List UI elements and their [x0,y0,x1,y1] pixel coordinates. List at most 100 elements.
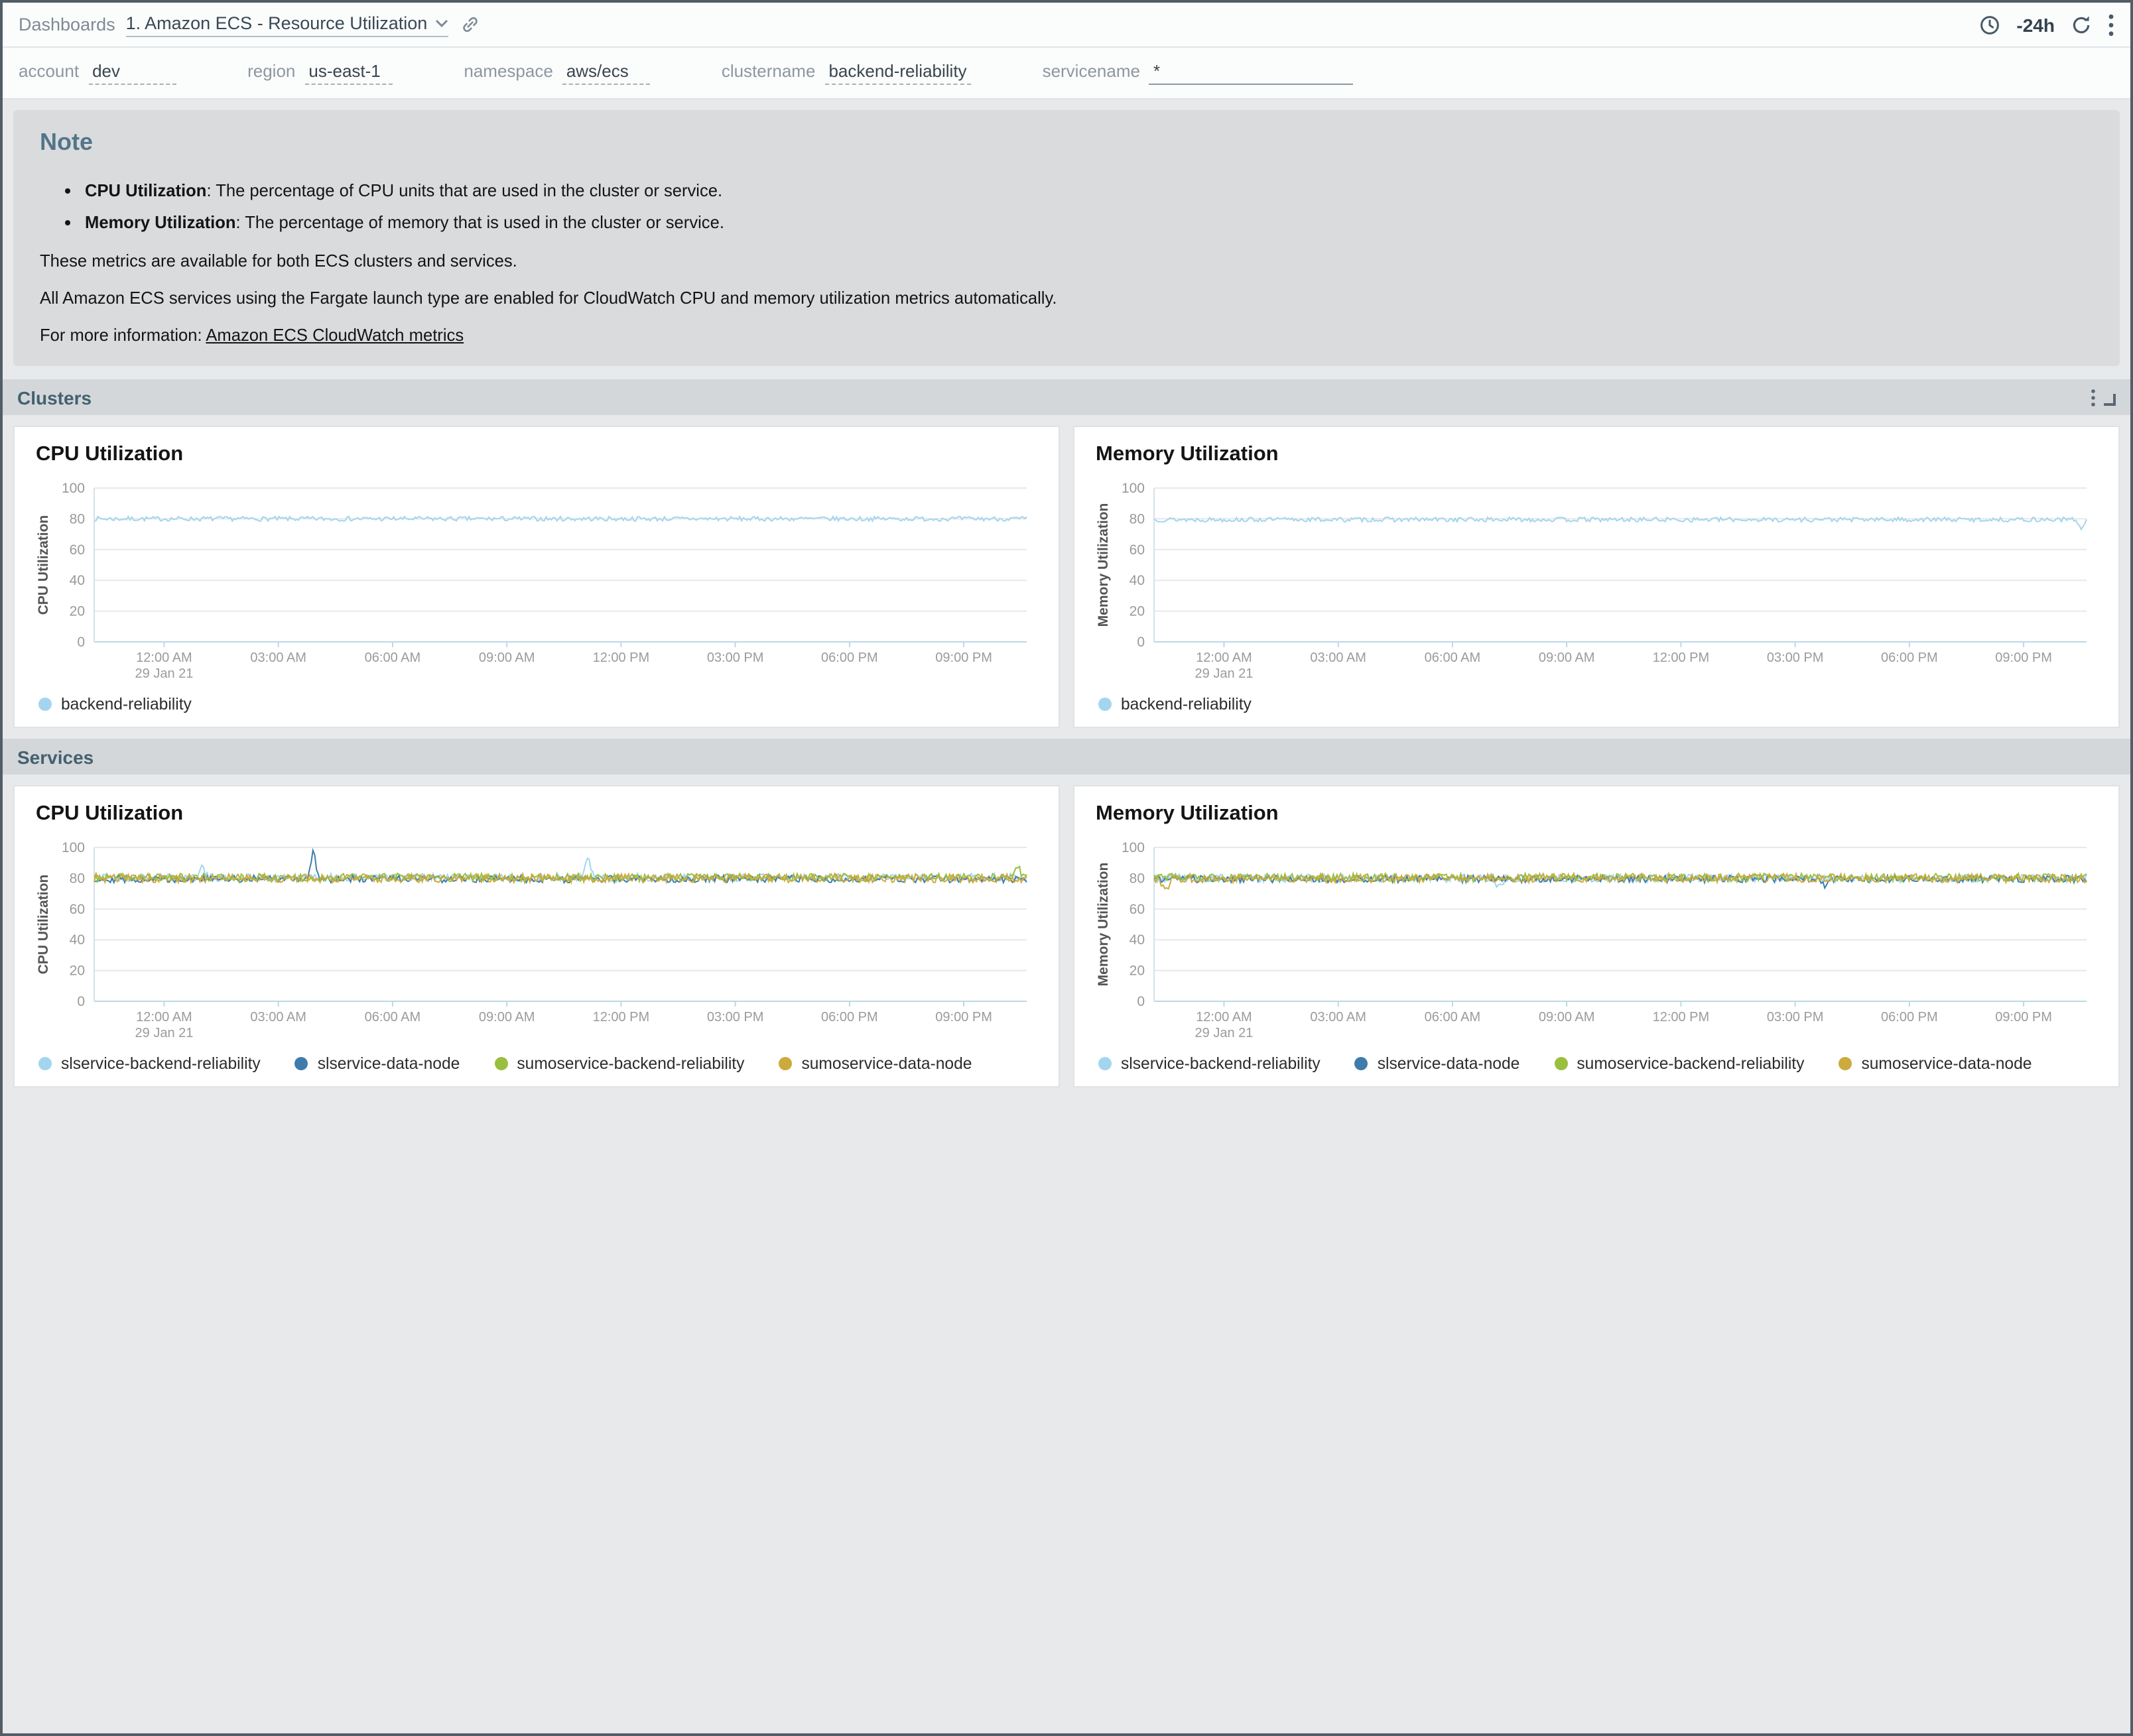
note-paragraph: All Amazon ECS services using the Fargat… [40,288,2093,308]
legend-dot [494,1057,507,1070]
legend-label: sumoservice-data-node [801,1054,972,1073]
time-range-value[interactable]: -24h [2016,14,2055,35]
filter-servicename: servicename * [1043,61,1354,85]
svg-text:03:00 AM: 03:00 AM [1310,651,1366,665]
svg-text:12:00 PM: 12:00 PM [593,651,650,665]
svg-text:29 Jan 21: 29 Jan 21 [135,666,194,681]
note-bullet-cpu: CPU Utilization: The percentage of CPU u… [85,180,2093,200]
svg-text:29 Jan 21: 29 Jan 21 [1195,666,1254,681]
legend-item[interactable]: slservice-data-node [295,1054,460,1073]
svg-text:09:00 PM: 09:00 PM [935,651,992,665]
line-chart[interactable]: 02040608010012:00 AM29 Jan 2103:00 AM06:… [1093,837,2100,1049]
legend-item[interactable]: sumoservice-backend-reliability [1554,1054,1804,1073]
svg-text:12:00 PM: 12:00 PM [1653,1010,1710,1024]
svg-text:20: 20 [70,604,85,619]
svg-text:20: 20 [1130,963,1145,979]
legend-item[interactable]: backend-reliability [1098,695,1252,713]
services-panels: CPU Utilization 02040608010012:00 AM29 J… [13,785,2120,1087]
svg-text:0: 0 [1137,635,1145,650]
dashboard-title-dropdown[interactable]: 1. Amazon ECS - Resource Utilization [126,13,449,36]
svg-text:03:00 AM: 03:00 AM [1310,1010,1366,1024]
svg-text:06:00 PM: 06:00 PM [821,651,878,665]
svg-text:03:00 AM: 03:00 AM [250,1010,306,1024]
svg-text:03:00 PM: 03:00 PM [707,1010,764,1024]
filter-label: region [247,61,295,81]
filter-label: namespace [464,61,552,81]
filter-value-input[interactable]: backend-reliability [824,61,970,85]
svg-text:06:00 PM: 06:00 PM [821,1010,878,1024]
chart-legend: backend-reliability [1098,695,2100,713]
legend-dot [1098,1057,1112,1070]
svg-text:40: 40 [1130,573,1145,588]
svg-text:80: 80 [70,511,85,527]
legend-label: slservice-backend-reliability [61,1054,261,1073]
legend-item[interactable]: slservice-backend-reliability [38,1054,261,1073]
note-bullet-list: CPU Utilization: The percentage of CPU u… [40,180,2093,232]
legend-dot [1355,1057,1368,1070]
legend-label: slservice-data-node [1378,1054,1520,1073]
legend-label: slservice-data-node [318,1054,460,1073]
chart-panel-services-cpu: CPU Utilization 02040608010012:00 AM29 J… [13,785,1060,1087]
svg-text:09:00 PM: 09:00 PM [1995,1010,2052,1024]
svg-text:29 Jan 21: 29 Jan 21 [135,1026,194,1040]
svg-text:Memory Utilization: Memory Utilization [1096,503,1111,627]
legend-dot [38,698,52,711]
refresh-icon[interactable] [2071,14,2092,35]
svg-text:06:00 AM: 06:00 AM [365,651,421,665]
note-paragraph: These metrics are available for both ECS… [40,251,2093,271]
chart-panel-clusters-memory: Memory Utilization 02040608010012:00 AM2… [1073,426,2120,728]
chart-panel-clusters-cpu: CPU Utilization 02040608010012:00 AM29 J… [13,426,1060,728]
legend-dot [1839,1057,1852,1070]
svg-text:09:00 AM: 09:00 AM [1539,1010,1595,1024]
svg-text:06:00 AM: 06:00 AM [1425,1010,1481,1024]
legend-label: sumoservice-backend-reliability [517,1054,744,1073]
breadcrumb[interactable]: Dashboards [19,15,115,34]
filter-value-input[interactable]: aws/ecs [562,61,650,85]
legend-item[interactable]: sumoservice-backend-reliability [494,1054,744,1073]
legend-item[interactable]: sumoservice-data-node [1839,1054,2032,1073]
legend-item[interactable]: slservice-backend-reliability [1098,1054,1321,1073]
legend-dot [779,1057,792,1070]
clock-icon[interactable] [1979,14,2000,35]
line-chart[interactable]: 02040608010012:00 AM29 Jan 2103:00 AM06:… [33,837,1040,1049]
svg-text:29 Jan 21: 29 Jan 21 [1195,1026,1254,1040]
svg-text:12:00 PM: 12:00 PM [593,1010,650,1024]
legend-item[interactable]: backend-reliability [38,695,192,713]
line-chart[interactable]: 02040608010012:00 AM29 Jan 2103:00 AM06:… [1093,477,2100,690]
svg-text:12:00 AM: 12:00 AM [136,651,192,665]
svg-text:03:00 PM: 03:00 PM [1767,651,1824,665]
svg-text:09:00 PM: 09:00 PM [935,1010,992,1024]
svg-text:60: 60 [1130,542,1145,558]
svg-text:0: 0 [1137,994,1145,1009]
expand-corner-icon[interactable] [2104,393,2116,405]
filter-account: account dev [19,61,176,85]
legend-dot [295,1057,308,1070]
share-link-icon[interactable] [460,15,480,34]
legend-label: backend-reliability [61,695,192,713]
svg-text:80: 80 [1130,511,1145,527]
chart-title: Memory Utilization [1096,802,2100,826]
filter-bar: account dev region us-east-1 namespace a… [3,48,2130,99]
svg-text:03:00 PM: 03:00 PM [1767,1010,1824,1024]
svg-text:60: 60 [70,902,85,917]
legend-item[interactable]: slservice-data-node [1355,1054,1520,1073]
section-menu-icon[interactable] [2091,388,2096,406]
legend-label: backend-reliability [1121,695,1252,713]
chart-title: Memory Utilization [1096,443,2100,467]
svg-text:03:00 PM: 03:00 PM [707,651,764,665]
cloudwatch-metrics-link[interactable]: Amazon ECS CloudWatch metrics [206,325,464,345]
svg-text:12:00 AM: 12:00 AM [1196,1010,1252,1024]
chart-legend: slservice-backend-reliability slservice-d… [38,1054,1040,1073]
svg-text:06:00 PM: 06:00 PM [1881,1010,1938,1024]
filter-value-input[interactable]: dev [88,61,176,85]
note-panel: Note CPU Utilization: The percentage of … [13,110,2120,366]
section-header-services: Services [3,739,2130,775]
filter-value-input[interactable]: * [1149,61,1354,85]
line-chart[interactable]: 02040608010012:00 AM29 Jan 2103:00 AM06:… [33,477,1040,690]
svg-text:09:00 AM: 09:00 AM [479,1010,535,1024]
filter-value-input[interactable]: us-east-1 [304,61,392,85]
svg-text:12:00 PM: 12:00 PM [1653,651,1710,665]
legend-item[interactable]: sumoservice-data-node [779,1054,972,1073]
section-title: Clusters [17,387,92,408]
kebab-menu-icon[interactable] [2108,13,2114,36]
